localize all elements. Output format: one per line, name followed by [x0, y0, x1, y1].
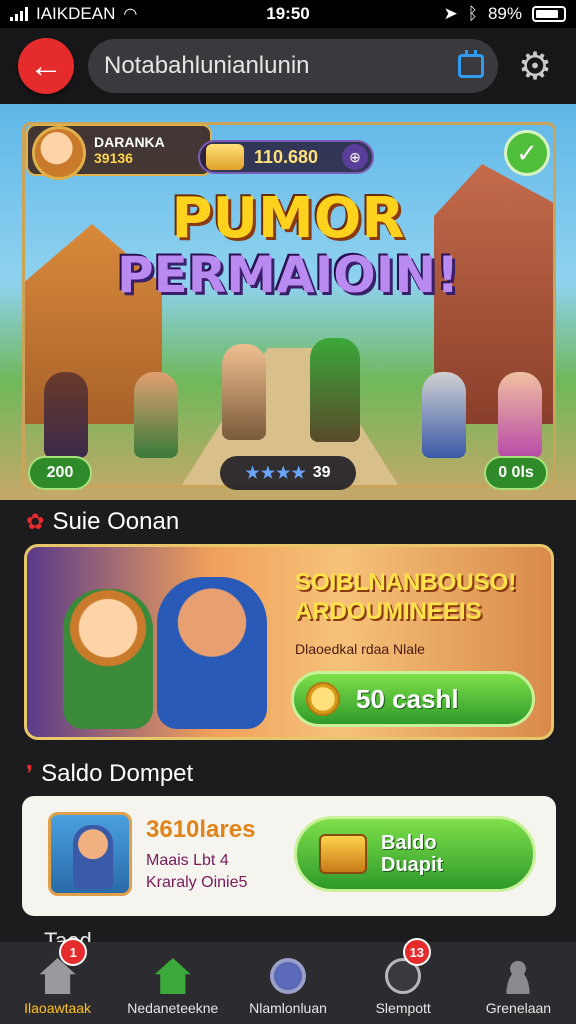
- cash-button-label: 50 cashl: [356, 683, 459, 714]
- player-score: 39136: [94, 150, 133, 166]
- game-hero-banner[interactable]: DARANKA 39136 110.680 ⊕ ✓ PUMOR PERMAIOI…: [0, 104, 576, 500]
- nav-badge-home: 1: [59, 938, 88, 966]
- arrow-left-icon: ←: [29, 46, 63, 85]
- nav-item-explore[interactable]: 13 Slempott: [346, 938, 461, 1024]
- promo-headline-line2: ARDOUMINEEIS: [295, 597, 482, 625]
- wifi-icon: ◠: [123, 6, 138, 23]
- character-3: [222, 344, 266, 440]
- promo-headline-line1: SOIBLNANBOUSO!: [295, 569, 517, 596]
- promo-card[interactable]: SOIBLNANBOUSO! ARDOUMINEEIS Dlaoedkal rd…: [24, 544, 554, 740]
- wallet-thumbnail: [48, 812, 132, 896]
- check-button[interactable]: ✓: [504, 130, 550, 176]
- user-icon: [500, 958, 537, 994]
- coin-amount: 110.680: [254, 146, 319, 167]
- character-6: [498, 372, 542, 458]
- signal-icon: [10, 7, 28, 21]
- coin-add-button[interactable]: ⊕: [342, 144, 368, 170]
- status-bar: IAIKDEAN ◠ 19:50 ➤ ᛒ 89%: [0, 0, 576, 28]
- nav-label-shop: Nedaneteekne: [127, 1000, 219, 1016]
- shop-icon: [154, 958, 191, 994]
- wallet-amount: 3610lares: [146, 816, 256, 843]
- promo-section-title: ✿ Suie Oonan: [26, 508, 179, 536]
- promo-characters: [57, 571, 277, 737]
- saldo-button-line1: Baldo: [381, 832, 437, 854]
- promo-section-label: Suie Oonan: [52, 508, 180, 535]
- wallet-section-label: Saldo Dompet: [41, 760, 194, 787]
- nav-item-shop[interactable]: Nedaneteekne: [115, 942, 230, 1024]
- nav-label-profile: Grenelaan: [485, 1000, 552, 1016]
- nav-item-home[interactable]: 1 Ilaoawtaak: [0, 938, 115, 1024]
- saldo-button-line2: Duapit: [381, 854, 444, 876]
- coin-icon: [306, 682, 340, 716]
- wallet-detail-1: Maais Lbt 4: [146, 852, 229, 869]
- nav-badge-explore: 13: [402, 938, 431, 966]
- coin-balance[interactable]: 110.680 ⊕: [198, 140, 374, 174]
- location-icon: ➤: [443, 4, 458, 23]
- coin-stack-icon: [206, 144, 244, 170]
- avatar: [32, 126, 86, 180]
- player-name: DARANKA: [94, 134, 165, 150]
- nav-label-home: Ilaoawtaak: [24, 1000, 92, 1016]
- rating-pill[interactable]: ★★★★ 39: [220, 456, 356, 490]
- nav-item-games[interactable]: Nlamlonluan: [230, 942, 345, 1024]
- treasure-chest-icon: [319, 834, 367, 874]
- flower-icon: ✿: [26, 509, 45, 534]
- wallet-detail-2: Kraraly Oinie5: [146, 874, 248, 891]
- hero-frame: [22, 122, 556, 488]
- game-title-line1: PUMOR: [171, 186, 405, 251]
- bottom-nav: 1 Ilaoawtaak Nedaneteekne Nlamlonluan 13…: [0, 938, 576, 1024]
- star-rating-icon: ★★★★: [245, 465, 307, 482]
- gear-icon: ⚙: [517, 45, 553, 88]
- character-2: [134, 372, 178, 458]
- calendar-icon[interactable]: [458, 50, 484, 78]
- saldo-dompet-button[interactable]: Baldo Duapit: [294, 816, 536, 892]
- battery-percent: 89%: [487, 4, 522, 23]
- back-button[interactable]: ←: [18, 38, 74, 94]
- address-field[interactable]: Notabahlunianlunin: [88, 39, 498, 93]
- promo-headline: SOIBLNANBOUSO! ARDOUMINEEIS: [295, 569, 545, 627]
- game-title: PUMOR PERMAIOIN!: [0, 186, 576, 304]
- nav-item-profile[interactable]: Grenelaan: [461, 942, 576, 1024]
- hero-counter-left[interactable]: 200: [28, 456, 92, 490]
- rating-value: 39: [312, 464, 331, 481]
- character-4: [310, 338, 360, 442]
- promo-character-girl: [63, 589, 153, 729]
- game-title-line2: PERMAIOIN!: [116, 245, 460, 304]
- bluetooth-icon: ᛒ: [467, 4, 478, 23]
- hero-counter-right[interactable]: 0 0ls: [484, 456, 548, 490]
- battery-icon: [532, 6, 566, 22]
- game-controller-icon: [270, 958, 306, 994]
- promo-character-boy: [157, 577, 267, 729]
- settings-button[interactable]: ⚙: [512, 43, 558, 89]
- top-bar: ← Notabahlunianlunin ⚙: [0, 28, 576, 104]
- checkmark-icon: ✓: [516, 137, 538, 168]
- address-text: Notabahlunianlunin: [104, 52, 310, 79]
- character-1: [44, 372, 88, 458]
- wallet-section-title: ❜ Saldo Dompet: [26, 760, 193, 788]
- wallet-marker-icon: ❜: [26, 761, 34, 786]
- nav-label-explore: Slempott: [375, 1000, 431, 1016]
- nav-label-games: Nlamlonluan: [249, 1000, 327, 1016]
- player-card[interactable]: DARANKA 39136: [26, 124, 212, 180]
- carrier-label: IAIKDEAN: [36, 4, 116, 23]
- wallet-card[interactable]: 3610lares Maais Lbt 4 Kraraly Oinie5 Bal…: [22, 796, 556, 916]
- promo-subtext: Dlaoedkal rdaa Nlale: [295, 641, 425, 657]
- character-5: [422, 372, 466, 458]
- cash-button[interactable]: 50 cashl: [291, 671, 535, 727]
